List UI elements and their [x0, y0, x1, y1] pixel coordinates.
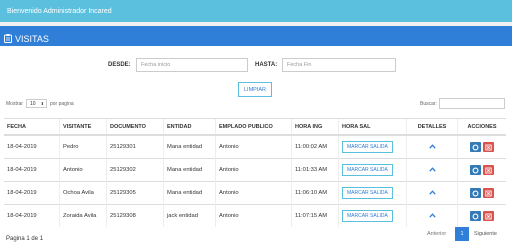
col-visitante[interactable]: VISITANTE — [59, 118, 107, 136]
delete-button[interactable] — [483, 165, 494, 175]
table-row: 18-04-2019 Ochoa Avila 25129305 Mana ent… — [4, 181, 506, 205]
mark-exit-button[interactable]: MARCAR SALIDA — [342, 187, 393, 199]
pagination-prev[interactable]: Anterior — [424, 227, 454, 241]
close-box-icon — [485, 213, 492, 219]
cell-empleado: Antonio — [215, 158, 292, 182]
select-arrows-icon: ⬍ — [40, 101, 44, 106]
cell-empleado: Antonio — [215, 204, 292, 227]
cell-documento: 25129302 — [106, 158, 164, 182]
circle-icon — [472, 167, 479, 173]
visits-card: DESDE: Fecha inicio HASTA: Fecha Fin LIM… — [0, 46, 512, 248]
cell-visitante: Pedro — [59, 134, 107, 159]
top-bar: Bienvenido Administrador Incared — [0, 0, 512, 22]
cell-empleado: Antonio — [215, 134, 292, 159]
pagination-info: Pagina 1 de 1 — [6, 236, 44, 242]
welcome-text: Bienvenido Administrador Incared — [7, 8, 112, 15]
col-hora-ing[interactable]: HORA ING — [291, 118, 339, 136]
table-row: 18-04-2019 Antonio 25129302 Mana entidad… — [4, 158, 506, 182]
desde-label: DESDE: — [108, 62, 131, 68]
hasta-input[interactable]: Fecha Fin — [282, 58, 396, 72]
cell-detalles — [406, 181, 458, 205]
table-header-row: FECHA VISITANTE DOCUMENTO ENTIDAD EMPLAD… — [4, 118, 506, 136]
cell-hora-sal: MARCAR SALIDA — [338, 204, 407, 227]
delete-button[interactable] — [483, 142, 494, 152]
cell-hora-sal: MARCAR SALIDA — [338, 181, 407, 205]
cell-hora-ing: 11:06:10 AM — [291, 181, 339, 205]
close-box-icon — [485, 144, 492, 150]
cell-documento: 25129305 — [106, 181, 164, 205]
cell-documento: 25129308 — [106, 204, 164, 227]
col-detalles[interactable]: DETALLES — [406, 118, 458, 136]
pagination-current[interactable]: 1 — [455, 227, 469, 241]
length-suffix: por pagina — [50, 101, 74, 107]
cell-documento: 25129301 — [106, 134, 164, 159]
cell-fecha: 18-04-2019 — [4, 181, 60, 205]
view-button[interactable] — [470, 165, 481, 175]
col-empleado[interactable]: EMPLADO PUBLICO — [215, 118, 292, 136]
close-box-icon — [485, 190, 492, 196]
pagination-next[interactable]: Siguiente — [470, 227, 506, 241]
panel-title: VISITAS — [15, 33, 49, 44]
cell-entidad: Mana entidad — [163, 158, 216, 182]
circle-icon — [472, 190, 479, 196]
circle-icon — [472, 144, 479, 150]
view-button[interactable] — [470, 142, 481, 152]
desde-input[interactable]: Fecha inicio — [136, 58, 248, 72]
circle-icon — [472, 213, 479, 219]
page-length-value: 10 — [30, 101, 36, 107]
chevron-up-icon[interactable] — [428, 166, 436, 174]
cell-visitante: Antonio — [59, 158, 107, 182]
chevron-up-icon[interactable] — [428, 143, 436, 151]
cell-fecha: 18-04-2019 — [4, 134, 60, 159]
cell-acciones — [457, 204, 506, 227]
col-entidad[interactable]: ENTIDAD — [163, 118, 216, 136]
cell-detalles — [406, 204, 458, 227]
cell-entidad: jack entidad — [163, 204, 216, 227]
col-hora-sal[interactable]: HORA SAL — [338, 118, 407, 136]
cell-fecha: 18-04-2019 — [4, 204, 60, 227]
delete-button[interactable] — [483, 188, 494, 198]
cell-acciones — [457, 158, 506, 182]
cell-hora-ing: 11:07:15 AM — [291, 204, 339, 227]
cell-visitante: Ochoa Avila — [59, 181, 107, 205]
col-documento[interactable]: DOCUMENTO — [106, 118, 164, 136]
delete-button[interactable] — [483, 211, 494, 221]
panel-header: VISITAS — [0, 26, 512, 46]
hasta-label: HASTA: — [255, 62, 278, 68]
length-prefix: Mostrar — [6, 101, 23, 107]
cell-entidad: Mana entidad — [163, 134, 216, 159]
view-button[interactable] — [470, 211, 481, 221]
mark-exit-button[interactable]: MARCAR SALIDA — [342, 141, 393, 153]
cell-fecha: 18-04-2019 — [4, 158, 60, 182]
cell-visitante: Zoraida Avila — [59, 204, 107, 227]
search-input[interactable] — [439, 98, 505, 109]
cell-empleado: Antonio — [215, 181, 292, 205]
view-button[interactable] — [470, 188, 481, 198]
visits-table: FECHA VISITANTE DOCUMENTO ENTIDAD EMPLAD… — [4, 118, 506, 227]
cell-hora-ing: 11:01:33 AM — [291, 158, 339, 182]
col-fecha[interactable]: FECHA — [4, 118, 60, 136]
cell-hora-ing: 11:00:02 AM — [291, 134, 339, 159]
mark-exit-button[interactable]: MARCAR SALIDA — [342, 210, 393, 222]
clipboard-icon — [4, 34, 12, 43]
table-row: 18-04-2019 Zoraida Avila 25129308 jack e… — [4, 204, 506, 227]
cell-detalles — [406, 134, 458, 159]
cell-acciones — [457, 181, 506, 205]
col-acciones[interactable]: ACCIONES — [457, 118, 506, 136]
cell-entidad: Mana entidad — [163, 181, 216, 205]
page-length-select[interactable]: 10 ⬍ — [26, 99, 47, 108]
close-box-icon — [485, 167, 492, 173]
clear-button[interactable]: LIMPIAR — [238, 82, 272, 97]
cell-acciones — [457, 134, 506, 159]
search-label: Buscar: — [420, 101, 437, 107]
chevron-up-icon[interactable] — [428, 189, 436, 197]
mark-exit-button[interactable]: MARCAR SALIDA — [342, 164, 393, 176]
table-row: 18-04-2019 Pedro 25129301 Mana entidad A… — [4, 134, 506, 159]
cell-hora-sal: MARCAR SALIDA — [338, 158, 407, 182]
chevron-up-icon[interactable] — [428, 212, 436, 220]
cell-hora-sal: MARCAR SALIDA — [338, 134, 407, 159]
cell-detalles — [406, 158, 458, 182]
